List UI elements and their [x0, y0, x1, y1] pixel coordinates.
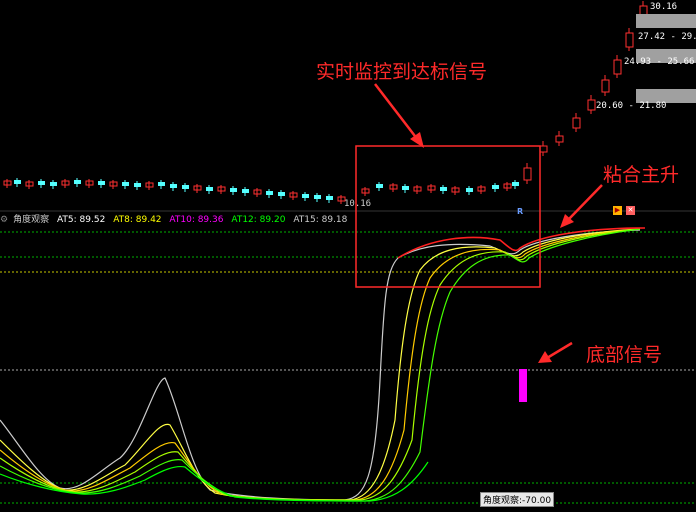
indicator-value-at5: AT5: 89.52 [56, 215, 106, 225]
candle [413, 185, 422, 194]
indicator-header: ⚙ 角度观察 AT5: 89.52 AT8: 89.42 AT10: 89.36 … [0, 212, 352, 226]
indicator-settings-icon[interactable]: ⚙ [0, 215, 8, 225]
candle-rising [555, 131, 564, 146]
candlesticks [3, 1, 648, 204]
candle [145, 181, 154, 190]
candle [38, 179, 45, 188]
candle [314, 193, 321, 202]
candle [182, 183, 189, 192]
candle [427, 184, 436, 193]
candle [451, 186, 460, 195]
indicator-value-at15: AT15: 89.18 [293, 215, 348, 225]
candle [503, 182, 512, 191]
candle [14, 178, 21, 187]
indicator-name[interactable]: 角度观察 [13, 215, 49, 225]
flag-icon-2[interactable]: ✕ [626, 206, 635, 215]
candle [242, 187, 249, 196]
candle [389, 183, 398, 192]
price-label-range3: 20.60 - 21.80 [596, 101, 667, 111]
candle [230, 186, 237, 195]
candle [85, 179, 94, 188]
candle-rising [572, 113, 581, 132]
arrow-monitor [374, 83, 424, 148]
candle [302, 192, 309, 201]
candle [440, 185, 447, 194]
candle [193, 184, 202, 193]
annotation-realtime-monitor: 实时监控到达标信号 [316, 61, 488, 83]
candle [109, 180, 118, 189]
price-label-top: 30.16 [650, 2, 678, 12]
angle-curve-3 [0, 228, 641, 501]
candle [217, 185, 226, 194]
candle [278, 190, 285, 199]
candle [206, 185, 213, 194]
candle [158, 180, 165, 189]
candle-rising [539, 141, 548, 156]
candle [402, 184, 409, 193]
indicator-value-at12: AT12: 89.20 [231, 215, 286, 225]
candle [289, 191, 298, 200]
monitor-box [355, 145, 541, 288]
candle [466, 186, 473, 195]
angle-curves [0, 227, 646, 502]
candle [61, 179, 70, 188]
candle [170, 182, 177, 191]
price-range-bar-1 [636, 14, 696, 28]
candle [512, 180, 519, 189]
candle [361, 187, 370, 196]
r-marker[interactable]: R [517, 207, 523, 216]
angle-curve-1 [0, 229, 641, 501]
candle [134, 181, 141, 190]
candle [98, 179, 105, 188]
candle [25, 180, 34, 189]
angle-curve-2 [0, 228, 641, 501]
candle [122, 180, 129, 189]
candle-rising [587, 95, 596, 114]
candle [3, 179, 12, 188]
candle [74, 178, 81, 187]
candle [492, 183, 499, 192]
annotation-stick-rise: 粘合主升 [603, 164, 680, 186]
candle [50, 180, 57, 189]
price-label-low: 10.16 [344, 199, 372, 209]
price-label-range1: 27.42 - 29.00 [638, 32, 696, 42]
angle-curve-4 [0, 228, 641, 501]
flag-icon-1[interactable]: ▶ [613, 206, 622, 215]
indicator-tooltip: 角度观察:-70.00 [480, 492, 555, 507]
angle-curve-5 [0, 228, 641, 502]
price-label-range2: 24.93 - 25.66 [624, 57, 695, 67]
candle-rising [601, 75, 610, 96]
candle [477, 185, 486, 194]
annotation-bottom-signal: 底部信号 [586, 344, 663, 366]
indicator-value-at8: AT8: 89.42 [113, 215, 162, 225]
candle [376, 182, 383, 191]
arrow-bottom [538, 341, 573, 363]
bottom-signal-bar [519, 369, 527, 402]
candle [266, 189, 273, 198]
indicator-value-at10: AT10: 89.36 [169, 215, 224, 225]
candle-rising [625, 28, 634, 51]
candle-rising [523, 163, 532, 184]
candle [326, 194, 333, 203]
candle-rising [613, 55, 622, 78]
arrow-stick-rise [560, 184, 603, 228]
candle [253, 188, 262, 197]
